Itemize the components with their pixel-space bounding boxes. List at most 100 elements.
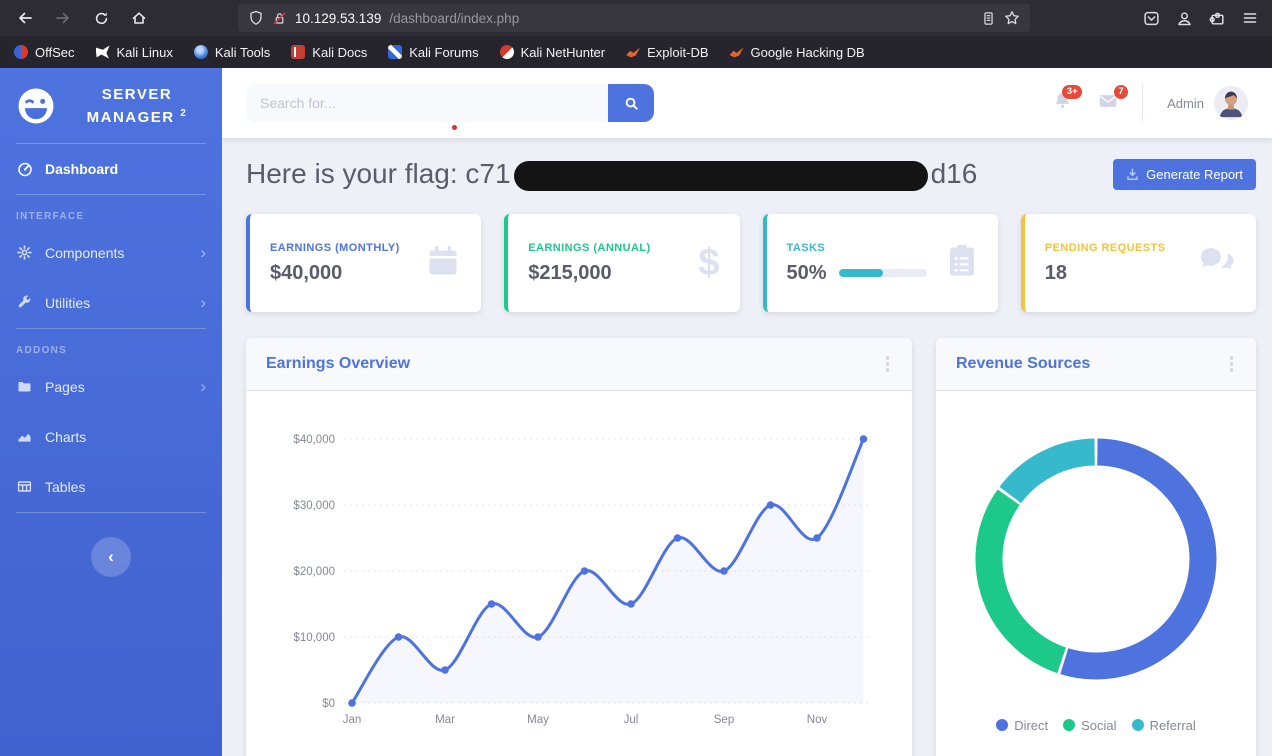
url-host: 10.129.53.139 (295, 10, 382, 26)
bookmark-label: Kali Tools (214, 44, 271, 60)
account-icon[interactable] (1176, 10, 1193, 27)
messages-badge: 7 (1113, 84, 1129, 99)
panel-menu-ellipsis-icon[interactable] (1227, 353, 1237, 375)
bookmark-kali-tools[interactable]: Kali Tools (193, 44, 271, 60)
card-label: TASKS (786, 241, 826, 254)
legend-dot-direct (996, 719, 1009, 731)
shield-icon[interactable] (248, 10, 264, 26)
earnings-overview-panel: Earnings Overview $0 $10,000 $20,000 $30,00… (246, 338, 912, 756)
card-value: 18 (1044, 261, 1067, 284)
sidebar-item-label: Pages (45, 378, 85, 395)
download-icon (1127, 167, 1138, 180)
card-value: 50% (786, 261, 827, 284)
extensions-icon[interactable] (1209, 10, 1226, 27)
card-tasks: TASKS 50% (762, 214, 998, 312)
browser-actions (1143, 10, 1262, 27)
svg-text:$20,000: $20,000 (293, 566, 335, 578)
svg-text:$40,000: $40,000 (293, 434, 335, 446)
exploit-db-favicon-icon (626, 47, 641, 58)
pocket-icon[interactable] (1143, 10, 1160, 27)
bookmark-exploit-db[interactable]: Exploit-DB (626, 44, 709, 60)
bookmark-kali-forums[interactable]: Kali Forums (388, 45, 479, 60)
kali-docs-favicon-icon (291, 45, 306, 59)
svg-text:Nov: Nov (807, 714, 828, 726)
sidebar-item-charts[interactable]: Charts (0, 412, 222, 462)
sidebar-item-label: Charts (45, 428, 87, 445)
page-content: Here is your flag: c71 d16 Generate Repor… (222, 138, 1272, 756)
browser-nav-group (10, 5, 238, 31)
forward-button[interactable] (48, 5, 78, 31)
sidebar-item-label: Components (45, 244, 125, 261)
svg-text:Sep: Sep (714, 714, 734, 726)
sidebar-item-tables[interactable]: Tables (0, 462, 222, 512)
charts-row: Earnings Overview $0 $10,000 $20,000 $30,00… (246, 338, 1256, 756)
sidebar-item-utilities[interactable]: Utilities › (0, 278, 222, 328)
menu-icon[interactable] (1242, 10, 1258, 26)
home-button[interactable] (124, 5, 154, 31)
generate-report-button[interactable]: Generate Report (1113, 158, 1256, 190)
sidebar-collapse-button[interactable]: ‹ (91, 536, 131, 577)
card-label: EARNINGS (MONTHLY) (270, 241, 400, 254)
sidebar-item-dashboard[interactable]: Dashboard (0, 144, 222, 194)
panel-menu-ellipsis-icon[interactable] (883, 353, 893, 375)
bookmark-google-hacking-db[interactable]: Google Hacking DB (729, 44, 865, 60)
user-menu[interactable]: Admin (1167, 86, 1248, 120)
kali-nethunter-favicon-icon (499, 45, 514, 59)
revenue-sources-title: Revenue Sources (956, 354, 1091, 372)
calendar-icon (425, 243, 461, 284)
chevron-right-icon: › (200, 242, 206, 262)
user-name: Admin (1167, 95, 1204, 111)
legend-item-direct[interactable]: Direct (996, 718, 1048, 733)
earnings-line-chart: $0 $10,000 $20,000 $30,000 $40,000 Jan Mar May J… (293, 434, 868, 726)
dollar-sign-icon: $ (698, 242, 720, 284)
back-icon (19, 12, 32, 24)
tachometer-icon (16, 161, 33, 177)
forward-icon (56, 12, 69, 24)
bookmark-star-icon[interactable] (1004, 10, 1020, 26)
bookmark-kali-nethunter[interactable]: Kali NetHunter (499, 45, 605, 60)
chart-area-icon (16, 429, 33, 444)
chevron-right-icon: › (200, 376, 206, 396)
search-input[interactable] (246, 84, 608, 122)
lock-insecure-icon[interactable] (272, 11, 287, 26)
offsec-favicon-icon (14, 45, 28, 59)
ghdb-favicon-icon (729, 47, 744, 58)
home-icon (132, 12, 146, 24)
bookmark-label: Exploit-DB (647, 44, 709, 60)
gear-icon (16, 245, 33, 260)
topbar: 3+ 7 Admin (222, 68, 1272, 138)
bookmark-offsec[interactable]: OffSec (14, 45, 75, 60)
svg-text:Jul: Jul (624, 714, 639, 726)
messages-button[interactable]: 7 (1098, 84, 1129, 116)
legend-item-referral[interactable]: Referral (1131, 718, 1196, 733)
url-bar[interactable]: 10.129.53.139/dashboard/index.php (238, 4, 1030, 32)
back-button[interactable] (10, 5, 40, 31)
sidebar-item-pages[interactable]: Pages › (0, 362, 222, 412)
svg-text:$0: $0 (322, 698, 335, 710)
alerts-button[interactable]: 3+ (1053, 85, 1083, 115)
reload-icon (95, 12, 107, 24)
bookmark-kali-docs[interactable]: Kali Docs (291, 45, 367, 60)
card-pending-requests: PENDING REQUESTS 18 (1020, 214, 1256, 312)
svg-text:Mar: Mar (435, 714, 455, 726)
reload-button[interactable] (86, 5, 116, 31)
sidebar-item-components[interactable]: Components › (0, 228, 222, 278)
bookmark-label: Google Hacking DB (750, 44, 865, 60)
tasks-progress-bar (838, 269, 927, 277)
stray-red-dot (452, 125, 457, 130)
bookmark-kali-linux[interactable]: Kali Linux (95, 45, 173, 60)
card-label: EARNINGS (ANNUAL) (528, 241, 651, 254)
bookmarks-bar: OffSec Kali Linux Kali Tools Kali Docs K… (0, 36, 1272, 68)
legend-item-social[interactable]: Social (1063, 718, 1117, 733)
card-value: $40,000 (270, 261, 343, 284)
search-button[interactable] (608, 84, 654, 122)
earnings-overview-title: Earnings Overview (266, 354, 411, 372)
chevron-left-icon: ‹ (108, 546, 114, 566)
revenue-sources-panel: Revenue Sources Direct Social Referral (936, 338, 1256, 756)
sidebar-brand[interactable]: SERVER MANAGER 2 (0, 68, 222, 143)
reader-mode-icon[interactable] (981, 11, 996, 26)
page-title: Here is your flag: c71 d16 (246, 158, 978, 191)
comments-icon (1198, 244, 1236, 283)
sidebar-item-label: Dashboard (45, 160, 119, 177)
sidebar: SERVER MANAGER 2 Dashboard INTERFACE Com… (0, 68, 222, 756)
